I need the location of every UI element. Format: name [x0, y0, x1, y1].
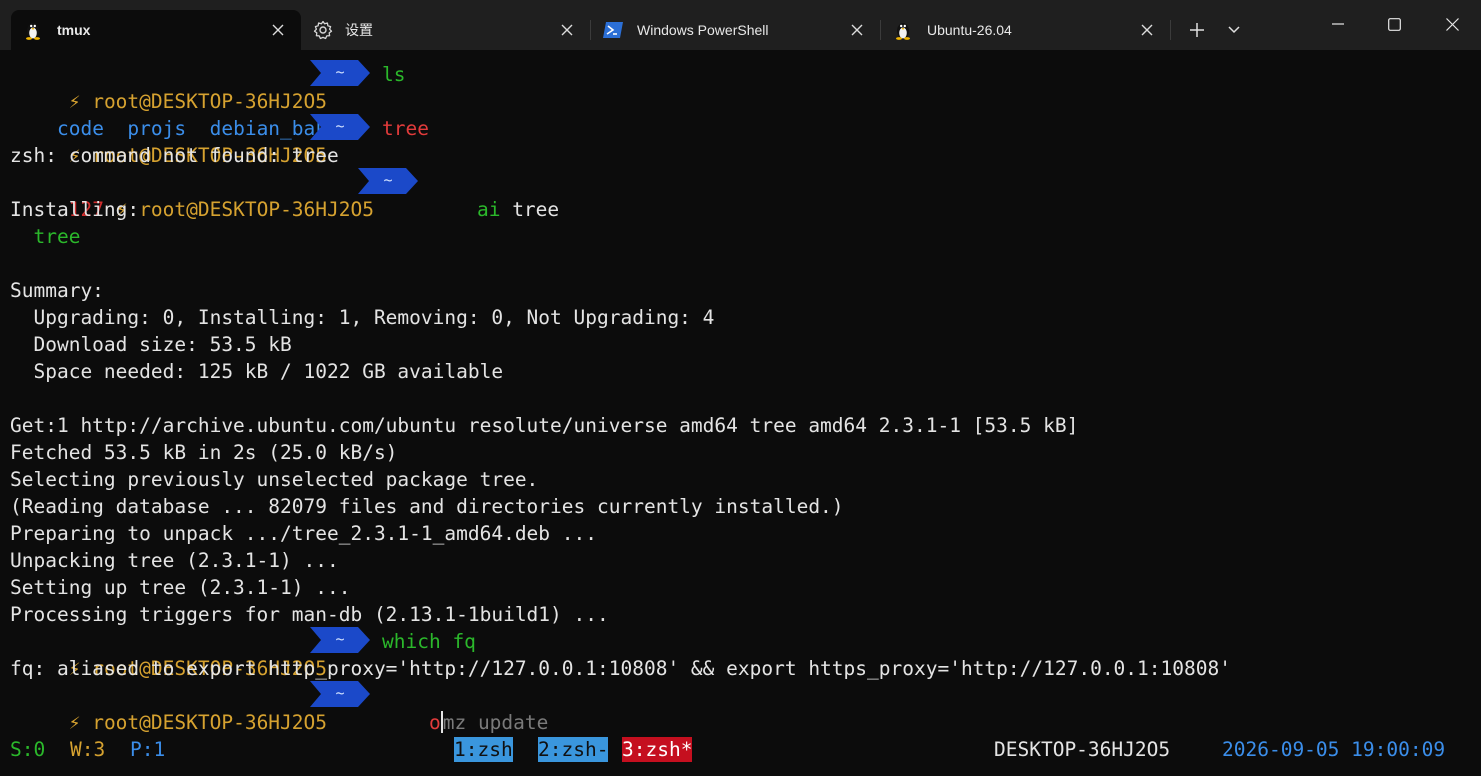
prompt-line: ⚡ root@DESKTOP-36HJ2O5: [10, 115, 327, 167]
minimize-button[interactable]: [1315, 0, 1361, 48]
datetime: 2026-09-05 19:00:09: [1222, 738, 1446, 761]
output-line: tree: [10, 225, 81, 248]
close-window-button[interactable]: [1429, 0, 1475, 48]
powershell-icon: [603, 20, 623, 40]
output-line: Upgrading: 0, Installing: 1, Removing: 0…: [10, 306, 715, 329]
output-line: Download size: 53.5 kB: [10, 333, 292, 356]
output-line: Installing:: [10, 198, 140, 221]
path-segment: ~: [310, 60, 370, 86]
close-tab-icon[interactable]: [269, 21, 287, 39]
command-text: tree: [382, 117, 429, 140]
windows-indicator: W:3: [70, 738, 106, 761]
autosuggestion: mz update: [442, 711, 549, 734]
output-line: fq: aliased to export http_proxy='http:/…: [10, 657, 1231, 680]
close-icon: [1445, 17, 1459, 31]
path-segment: ~: [310, 114, 370, 140]
prompt-user-host: root@DESKTOP-36HJ2O5: [139, 198, 374, 221]
output-line: Get:1 http://archive.ubuntu.com/ubuntu r…: [10, 414, 1079, 437]
close-tab-icon[interactable]: [558, 21, 576, 39]
output-line: (Reading database ... 82079 files and di…: [10, 495, 844, 518]
command-text: ai tree: [476, 198, 560, 221]
path-segment: ~: [310, 681, 370, 707]
gear-icon: [313, 20, 333, 40]
prompt-user-host: root@DESKTOP-36HJ2O5: [92, 711, 328, 734]
title-bar: tmux 设置 Windows PowerShell Ubuntu-26.04: [0, 0, 1481, 50]
output-line: Space needed: 125 kB / 1022 GB available: [10, 360, 504, 383]
terminal-pane[interactable]: ⚡ root@DESKTOP-36HJ2O5 ~ ls code projs d…: [0, 50, 1481, 776]
lightning-icon: ⚡: [56, 711, 93, 734]
command-text: ls: [382, 63, 406, 86]
prompt-line: ⚡ root@DESKTOP-36HJ2O5: [10, 61, 327, 113]
tmux-window-3[interactable]: 3:zsh*: [622, 737, 693, 762]
linux-penguin-icon: [893, 20, 913, 40]
maximize-icon: [1387, 17, 1401, 31]
tab-label: Ubuntu-26.04: [927, 22, 1012, 38]
tab-label: Windows PowerShell: [637, 22, 769, 38]
ls-output: code projs debian_bak: [10, 88, 327, 140]
tab-dropdown-button[interactable]: [1222, 14, 1246, 46]
command-input[interactable]: o mz update: [382, 682, 548, 734]
session-indicator: S:0: [10, 738, 46, 761]
tmux-window-1[interactable]: 1:zsh: [454, 737, 513, 762]
output-line: Processing triggers for man-db (2.13.1-1…: [10, 603, 609, 626]
close-tab-icon[interactable]: [848, 21, 866, 39]
chevron-down-icon: [1228, 26, 1240, 34]
prompt-line: ⚡ root@DESKTOP-36HJ2O5: [10, 628, 327, 680]
tab-settings[interactable]: 设置: [301, 10, 590, 50]
tab-divider: [1170, 20, 1171, 40]
tab-tmux[interactable]: tmux: [11, 10, 301, 50]
output-line: Unpacking tree (2.3.1-1) ...: [10, 549, 339, 572]
output-line: Setting up tree (2.3.1-1) ...: [10, 576, 351, 599]
tab-label: tmux: [57, 22, 91, 38]
plus-icon: [1190, 23, 1204, 37]
new-tab-button[interactable]: [1185, 14, 1209, 46]
close-tab-icon[interactable]: [1138, 21, 1156, 39]
prompt-line: ⚡ root@DESKTOP-36HJ2O5: [10, 682, 327, 734]
output-line: Fetched 53.5 kB in 2s (25.0 kB/s): [10, 441, 398, 464]
hostname: DESKTOP-36HJ2O5: [994, 738, 1171, 761]
path-segment: ~: [358, 168, 418, 194]
maximize-button[interactable]: [1371, 0, 1417, 48]
tmux-window-2[interactable]: 2:zsh-: [538, 737, 609, 762]
minimize-icon: [1332, 23, 1344, 25]
output-line: Summary:: [10, 279, 104, 302]
output-line: Preparing to unpack .../tree_2.3.1-1_amd…: [10, 522, 597, 545]
panes-indicator: P:1: [130, 738, 166, 761]
tmux-status-bar: S:0 W:3 P:1 1:zsh 2:zsh- 3:zsh* DESKTOP-…: [0, 736, 1481, 763]
tab-label: 设置: [345, 22, 373, 38]
tab-ubuntu[interactable]: Ubuntu-26.04: [881, 10, 1170, 50]
prompt-line: 127 ⚡ root@DESKTOP-36HJ2O5: [10, 169, 374, 221]
typed-text: o: [428, 711, 441, 734]
tab-powershell[interactable]: Windows PowerShell: [591, 10, 880, 50]
output-line: zsh: command not found: tree: [10, 144, 339, 167]
linux-penguin-icon: [23, 20, 43, 40]
output-line: Selecting previously unselected package …: [10, 468, 539, 491]
command-text: which fq: [382, 630, 476, 653]
path-segment: ~: [310, 627, 370, 653]
